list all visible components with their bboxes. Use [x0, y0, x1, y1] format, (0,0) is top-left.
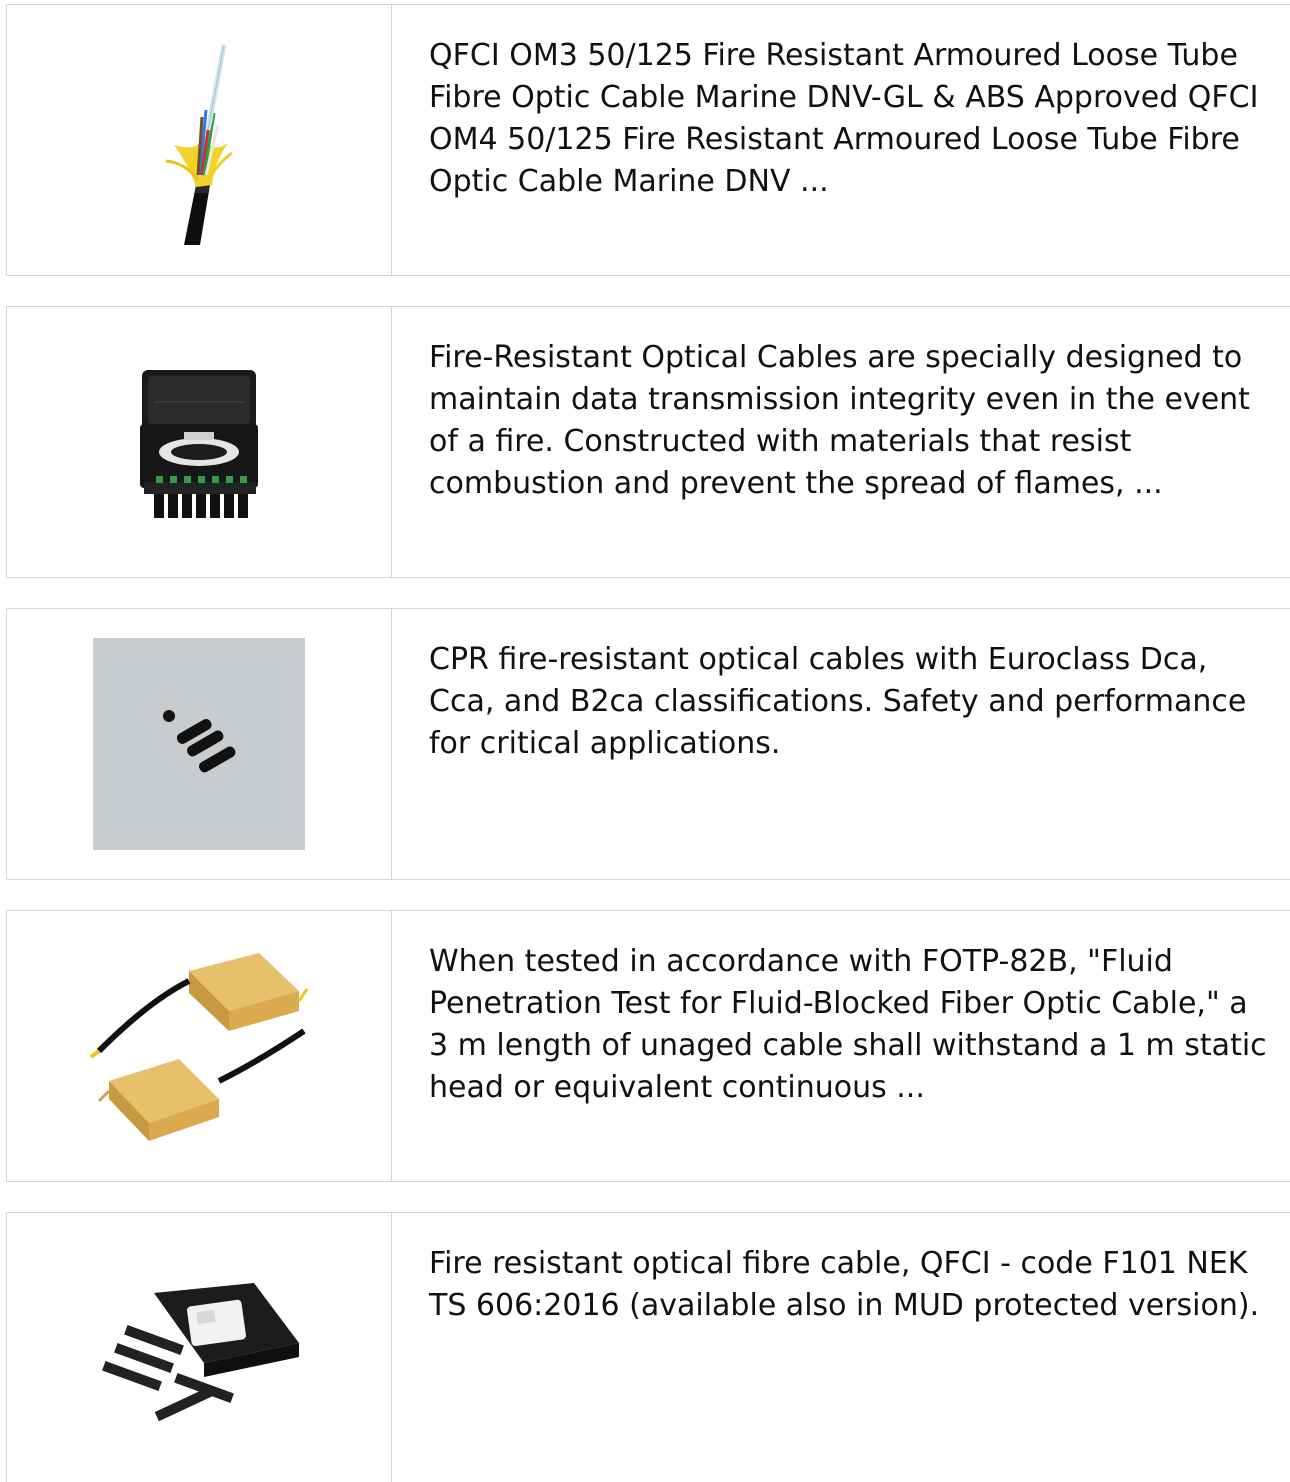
product-description[interactable]: Fire resistant optical fibre cable, QFCI…: [392, 1213, 1290, 1482]
product-description[interactable]: QFCI OM3 50/125 Fire Resistant Armoured …: [392, 5, 1290, 275]
product-description[interactable]: Fire-Resistant Optical Cables are specia…: [392, 307, 1290, 577]
product-thumbnail[interactable]: [7, 307, 392, 577]
product-thumbnail[interactable]: [7, 1213, 392, 1482]
splice-closure-kit-image: [102, 1282, 299, 1421]
product-description[interactable]: When tested in accordance with FOTP-82B,…: [392, 911, 1290, 1181]
product-thumbnail[interactable]: [7, 911, 392, 1181]
product-card[interactable]: QFCI OM3 50/125 Fire Resistant Armoured …: [6, 4, 1290, 276]
armoured-fibre-cable-image: [165, 44, 233, 245]
connector-parts-image: [93, 638, 305, 850]
product-card[interactable]: Fire resistant optical fibre cable, QFCI…: [6, 1212, 1290, 1482]
fibre-splice-closure-image: [140, 370, 258, 518]
product-card[interactable]: When tested in accordance with FOTP-82B,…: [6, 910, 1290, 1182]
product-description[interactable]: CPR fire-resistant optical cables with E…: [392, 609, 1290, 879]
product-thumbnail[interactable]: [7, 609, 392, 879]
gold-laser-modules-image: [89, 953, 309, 1141]
product-thumbnail[interactable]: [7, 5, 392, 275]
product-card[interactable]: Fire-Resistant Optical Cables are specia…: [6, 306, 1290, 578]
product-list: QFCI OM3 50/125 Fire Resistant Armoured …: [6, 4, 1290, 1482]
product-card[interactable]: CPR fire-resistant optical cables with E…: [6, 608, 1290, 880]
